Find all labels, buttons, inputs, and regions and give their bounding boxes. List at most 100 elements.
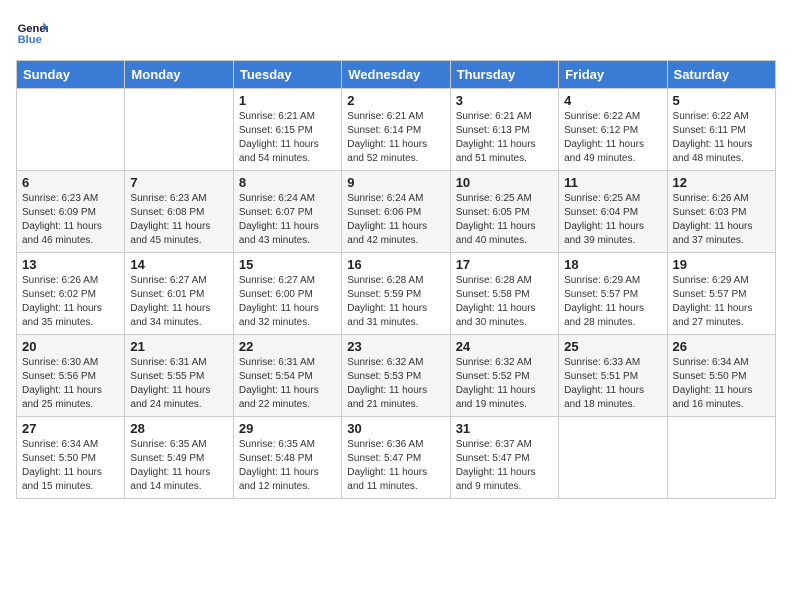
calendar-cell: 22 Sunrise: 6:31 AM Sunset: 5:54 PM Dayli…: [233, 335, 341, 417]
day-info: Sunrise: 6:26 AM Sunset: 6:02 PM Dayligh…: [22, 274, 119, 330]
day-info: Sunrise: 6:28 AM Sunset: 5:58 PM Dayligh…: [456, 274, 553, 330]
day-number: 23: [347, 339, 444, 354]
logo-icon: General Blue: [16, 16, 48, 48]
day-number: 25: [564, 339, 661, 354]
day-info: Sunrise: 6:24 AM Sunset: 6:07 PM Dayligh…: [239, 192, 336, 248]
day-info: Sunrise: 6:34 AM Sunset: 5:50 PM Dayligh…: [22, 438, 119, 494]
day-number: 22: [239, 339, 336, 354]
calendar-header: SundayMondayTuesdayWednesdayThursdayFrid…: [17, 61, 776, 89]
day-number: 11: [564, 175, 661, 190]
col-header-tuesday: Tuesday: [233, 61, 341, 89]
logo: General Blue: [16, 16, 48, 48]
week-row-1: 1 Sunrise: 6:21 AM Sunset: 6:15 PM Daylig…: [17, 89, 776, 171]
calendar-cell: 8Sunrise: 6:24 AM Sunset: 6:07 PM Daylig…: [233, 171, 341, 253]
day-info: Sunrise: 6:25 AM Sunset: 6:04 PM Dayligh…: [564, 192, 661, 248]
day-number: 1: [239, 93, 336, 108]
day-info: Sunrise: 6:37 AM Sunset: 5:47 PM Dayligh…: [456, 438, 553, 494]
day-info: Sunrise: 6:35 AM Sunset: 5:48 PM Dayligh…: [239, 438, 336, 494]
day-number: 28: [130, 421, 227, 436]
calendar-cell: [559, 417, 667, 499]
day-number: 9: [347, 175, 444, 190]
day-info: Sunrise: 6:32 AM Sunset: 5:52 PM Dayligh…: [456, 356, 553, 412]
day-info: Sunrise: 6:24 AM Sunset: 6:06 PM Dayligh…: [347, 192, 444, 248]
calendar-cell: 23 Sunrise: 6:32 AM Sunset: 5:53 PM Dayli…: [342, 335, 450, 417]
day-info: Sunrise: 6:21 AM Sunset: 6:15 PM Dayligh…: [239, 110, 336, 166]
day-info: Sunrise: 6:35 AM Sunset: 5:49 PM Dayligh…: [130, 438, 227, 494]
calendar-cell: [667, 417, 775, 499]
svg-text:Blue: Blue: [18, 34, 42, 46]
calendar-cell: 14 Sunrise: 6:27 AM Sunset: 6:01 PM Dayli…: [125, 253, 233, 335]
day-number: 2: [347, 93, 444, 108]
day-number: 21: [130, 339, 227, 354]
day-number: 19: [673, 257, 770, 272]
calendar-cell: 13 Sunrise: 6:26 AM Sunset: 6:02 PM Dayli…: [17, 253, 125, 335]
col-header-friday: Friday: [559, 61, 667, 89]
day-number: 12: [673, 175, 770, 190]
col-header-wednesday: Wednesday: [342, 61, 450, 89]
page-header: General Blue: [16, 16, 776, 48]
day-number: 31: [456, 421, 553, 436]
day-number: 18: [564, 257, 661, 272]
calendar-cell: 31 Sunrise: 6:37 AM Sunset: 5:47 PM Dayli…: [450, 417, 558, 499]
day-number: 10: [456, 175, 553, 190]
col-header-saturday: Saturday: [667, 61, 775, 89]
calendar-cell: 25 Sunrise: 6:33 AM Sunset: 5:51 PM Dayli…: [559, 335, 667, 417]
header-row: SundayMondayTuesdayWednesdayThursdayFrid…: [17, 61, 776, 89]
day-number: 7: [130, 175, 227, 190]
calendar-cell: 30 Sunrise: 6:36 AM Sunset: 5:47 PM Dayli…: [342, 417, 450, 499]
day-number: 17: [456, 257, 553, 272]
col-header-monday: Monday: [125, 61, 233, 89]
calendar-cell: 18 Sunrise: 6:29 AM Sunset: 5:57 PM Dayli…: [559, 253, 667, 335]
day-info: Sunrise: 6:34 AM Sunset: 5:50 PM Dayligh…: [673, 356, 770, 412]
day-info: Sunrise: 6:31 AM Sunset: 5:55 PM Dayligh…: [130, 356, 227, 412]
day-number: 5: [673, 93, 770, 108]
day-number: 20: [22, 339, 119, 354]
day-info: Sunrise: 6:26 AM Sunset: 6:03 PM Dayligh…: [673, 192, 770, 248]
day-info: Sunrise: 6:22 AM Sunset: 6:12 PM Dayligh…: [564, 110, 661, 166]
day-number: 29: [239, 421, 336, 436]
day-info: Sunrise: 6:23 AM Sunset: 6:08 PM Dayligh…: [130, 192, 227, 248]
day-number: 14: [130, 257, 227, 272]
calendar-cell: 2 Sunrise: 6:21 AM Sunset: 6:14 PM Daylig…: [342, 89, 450, 171]
day-info: Sunrise: 6:29 AM Sunset: 5:57 PM Dayligh…: [564, 274, 661, 330]
day-number: 13: [22, 257, 119, 272]
day-number: 3: [456, 93, 553, 108]
day-info: Sunrise: 6:27 AM Sunset: 6:00 PM Dayligh…: [239, 274, 336, 330]
day-number: 24: [456, 339, 553, 354]
calendar-cell: 20 Sunrise: 6:30 AM Sunset: 5:56 PM Dayli…: [17, 335, 125, 417]
calendar-cell: 21 Sunrise: 6:31 AM Sunset: 5:55 PM Dayli…: [125, 335, 233, 417]
day-number: 16: [347, 257, 444, 272]
calendar-cell: 24 Sunrise: 6:32 AM Sunset: 5:52 PM Dayli…: [450, 335, 558, 417]
day-info: Sunrise: 6:31 AM Sunset: 5:54 PM Dayligh…: [239, 356, 336, 412]
calendar-cell: 10 Sunrise: 6:25 AM Sunset: 6:05 PM Dayli…: [450, 171, 558, 253]
week-row-4: 20 Sunrise: 6:30 AM Sunset: 5:56 PM Dayli…: [17, 335, 776, 417]
calendar-cell: 1 Sunrise: 6:21 AM Sunset: 6:15 PM Daylig…: [233, 89, 341, 171]
week-row-3: 13 Sunrise: 6:26 AM Sunset: 6:02 PM Dayli…: [17, 253, 776, 335]
day-info: Sunrise: 6:27 AM Sunset: 6:01 PM Dayligh…: [130, 274, 227, 330]
calendar-cell: 4 Sunrise: 6:22 AM Sunset: 6:12 PM Daylig…: [559, 89, 667, 171]
calendar-cell: 11 Sunrise: 6:25 AM Sunset: 6:04 PM Dayli…: [559, 171, 667, 253]
calendar-cell: 12 Sunrise: 6:26 AM Sunset: 6:03 PM Dayli…: [667, 171, 775, 253]
calendar-cell: 17 Sunrise: 6:28 AM Sunset: 5:58 PM Dayli…: [450, 253, 558, 335]
day-number: 30: [347, 421, 444, 436]
calendar-cell: 26 Sunrise: 6:34 AM Sunset: 5:50 PM Dayli…: [667, 335, 775, 417]
day-info: Sunrise: 6:25 AM Sunset: 6:05 PM Dayligh…: [456, 192, 553, 248]
week-row-2: 6Sunrise: 6:23 AM Sunset: 6:09 PM Daylig…: [17, 171, 776, 253]
day-info: Sunrise: 6:29 AM Sunset: 5:57 PM Dayligh…: [673, 274, 770, 330]
week-row-5: 27Sunrise: 6:34 AM Sunset: 5:50 PM Dayli…: [17, 417, 776, 499]
day-number: 4: [564, 93, 661, 108]
day-info: Sunrise: 6:21 AM Sunset: 6:14 PM Dayligh…: [347, 110, 444, 166]
calendar-cell: [17, 89, 125, 171]
day-info: Sunrise: 6:36 AM Sunset: 5:47 PM Dayligh…: [347, 438, 444, 494]
day-info: Sunrise: 6:33 AM Sunset: 5:51 PM Dayligh…: [564, 356, 661, 412]
day-info: Sunrise: 6:22 AM Sunset: 6:11 PM Dayligh…: [673, 110, 770, 166]
col-header-thursday: Thursday: [450, 61, 558, 89]
calendar-cell: 16Sunrise: 6:28 AM Sunset: 5:59 PM Dayli…: [342, 253, 450, 335]
calendar-cell: 5 Sunrise: 6:22 AM Sunset: 6:11 PM Daylig…: [667, 89, 775, 171]
day-info: Sunrise: 6:32 AM Sunset: 5:53 PM Dayligh…: [347, 356, 444, 412]
calendar-cell: 27Sunrise: 6:34 AM Sunset: 5:50 PM Dayli…: [17, 417, 125, 499]
calendar-table: SundayMondayTuesdayWednesdayThursdayFrid…: [16, 60, 776, 499]
day-number: 26: [673, 339, 770, 354]
calendar-cell: 9 Sunrise: 6:24 AM Sunset: 6:06 PM Daylig…: [342, 171, 450, 253]
day-info: Sunrise: 6:30 AM Sunset: 5:56 PM Dayligh…: [22, 356, 119, 412]
